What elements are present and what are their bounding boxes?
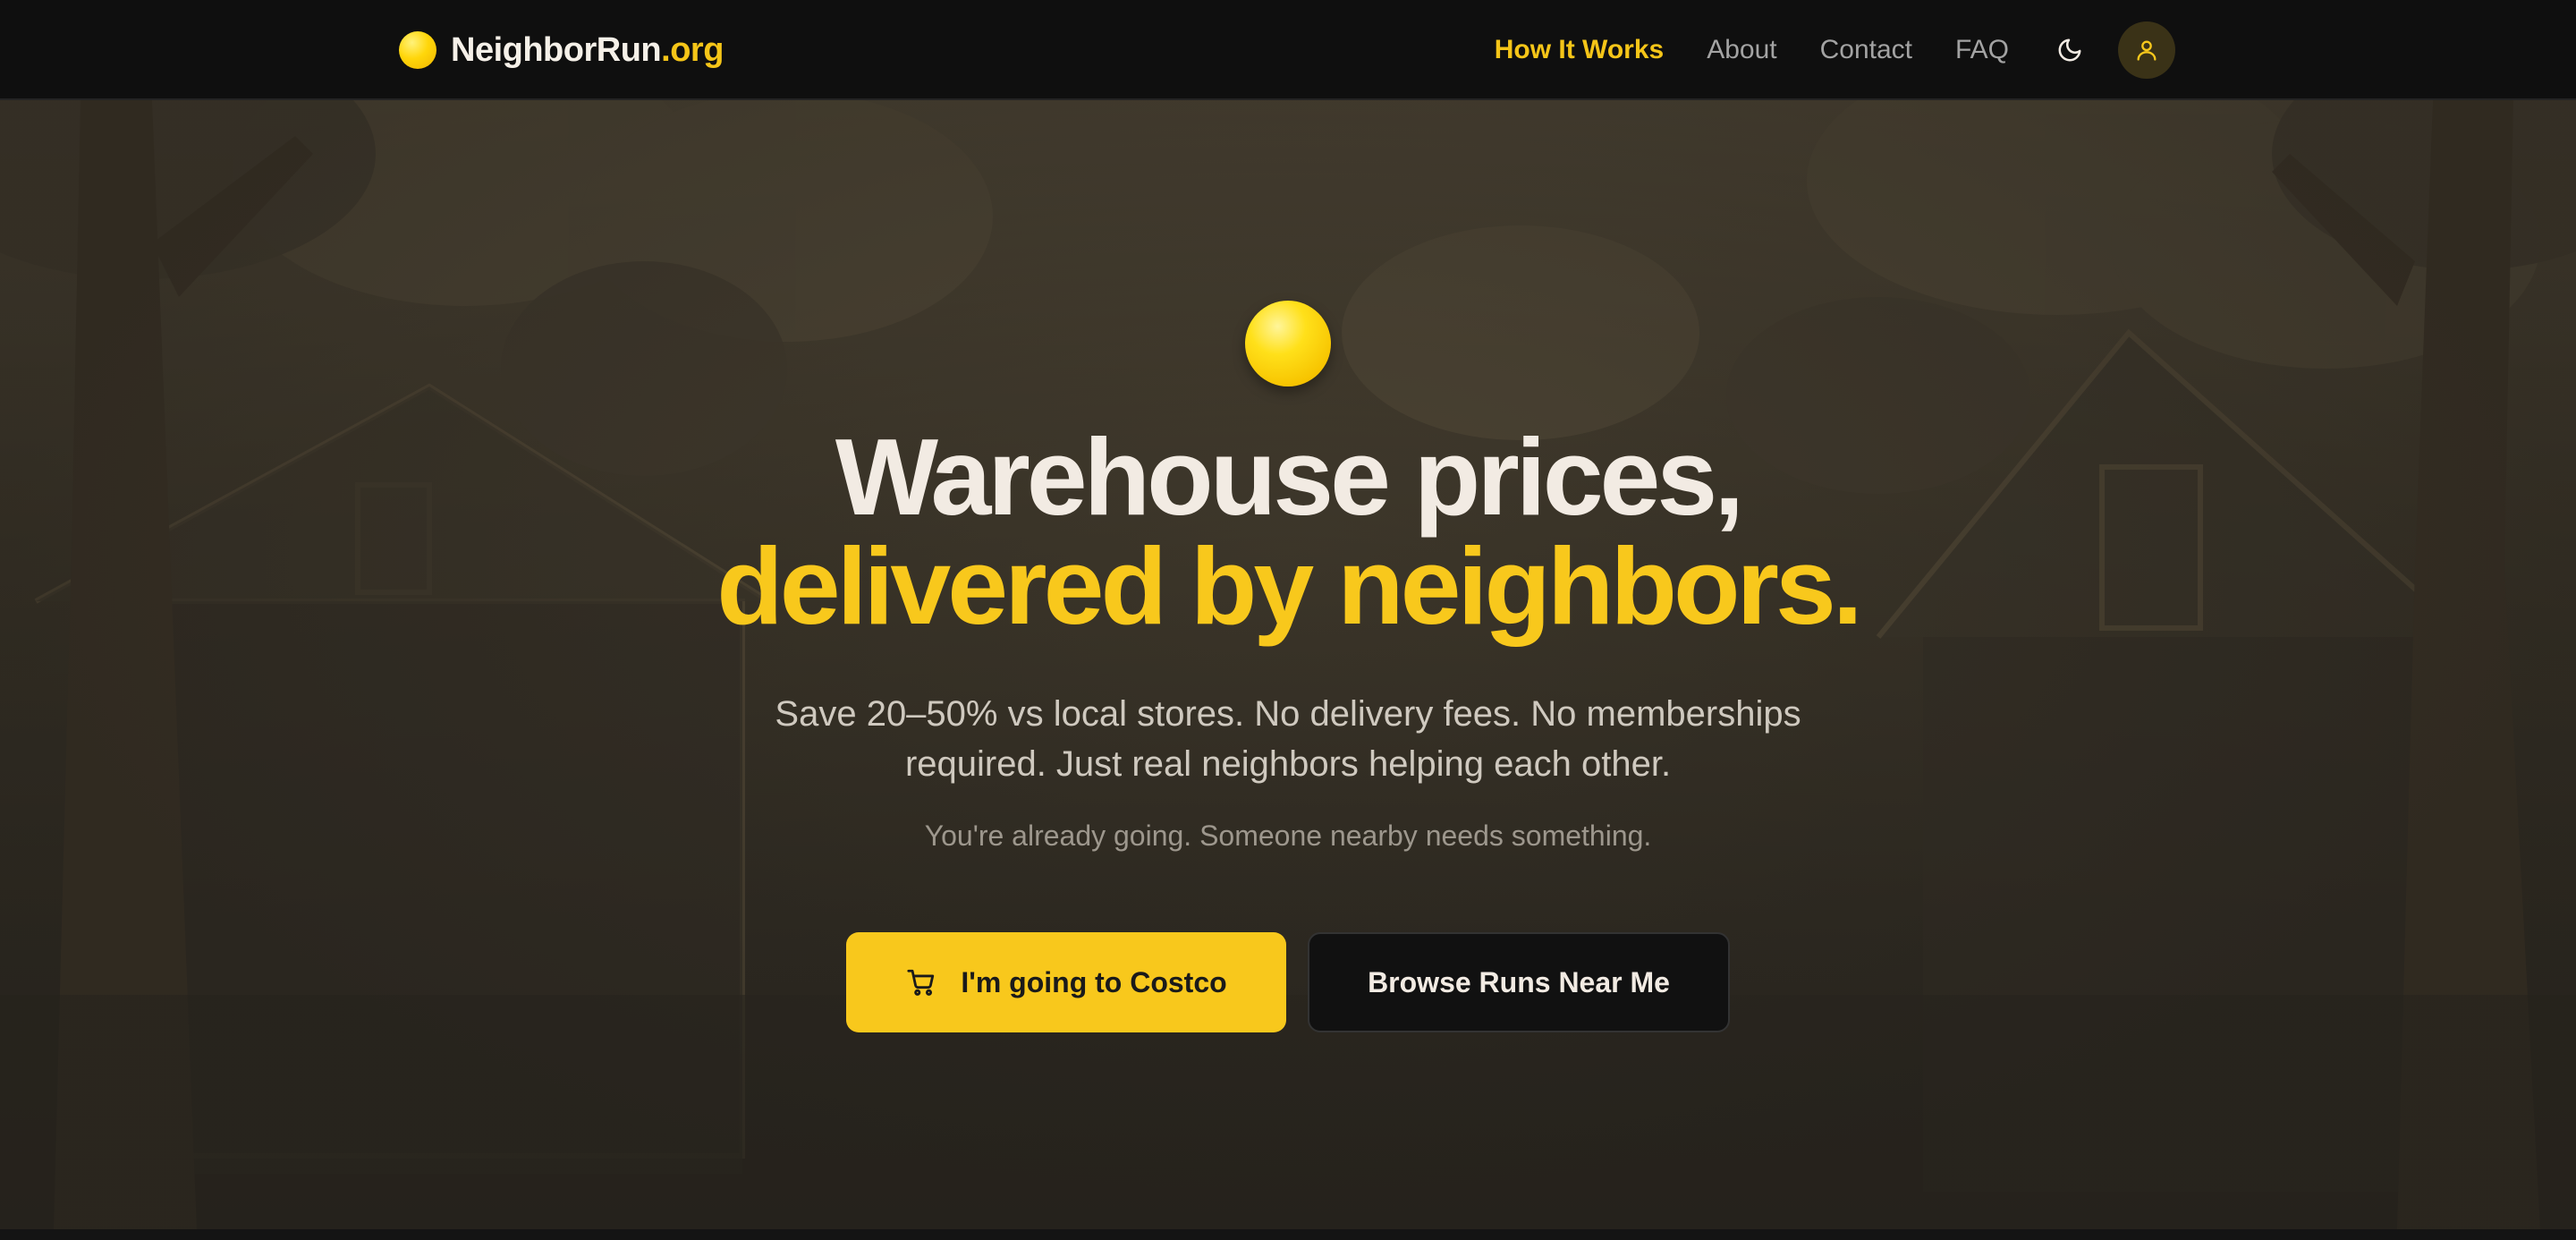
going-to-costco-label: I'm going to Costco [961,965,1227,998]
hero-section: Warehouse prices, delivered by neighbors… [0,100,2576,1229]
top-navbar: NeighborRun .org How It Works About Cont… [0,0,2576,100]
moon-icon [2058,38,2081,62]
browse-runs-label: Browse Runs Near Me [1368,965,1670,998]
nav-link-faq[interactable]: FAQ [1955,35,2009,65]
yellow-circle-logo-icon [399,31,436,69]
hero-overlay [0,100,2576,1229]
hero-subhead: Save 20–50% vs local stores. No delivery… [775,694,1801,784]
going-to-costco-button[interactable]: I'm going to Costco [846,932,1286,1032]
nav-links: How It Works About Contact FAQ [1452,0,2175,100]
hero-headline-line2: delivered by neighbors. [716,525,1862,647]
brand-logo-link[interactable]: NeighborRun .org [399,29,724,72]
bottom-edge [0,1229,2576,1240]
shopping-cart-icon [905,966,937,998]
nav-link-how-it-works[interactable]: How It Works [1495,35,1664,65]
theme-toggle-button[interactable] [2052,32,2088,68]
yellow-circle-icon [1245,301,1331,386]
brand-tld: .org [661,30,724,69]
hero-headline-line1: Warehouse prices, [835,416,1744,538]
browse-runs-button[interactable]: Browse Runs Near Me [1308,932,1730,1032]
nav-link-contact[interactable]: Contact [1820,35,1912,65]
user-account-button[interactable] [2118,21,2175,79]
hero-tagline: You're already going. Someone nearby nee… [924,820,1652,852]
nav-link-about[interactable]: About [1707,35,1776,65]
user-icon [2137,40,2157,61]
brand-name: NeighborRun [451,30,662,69]
